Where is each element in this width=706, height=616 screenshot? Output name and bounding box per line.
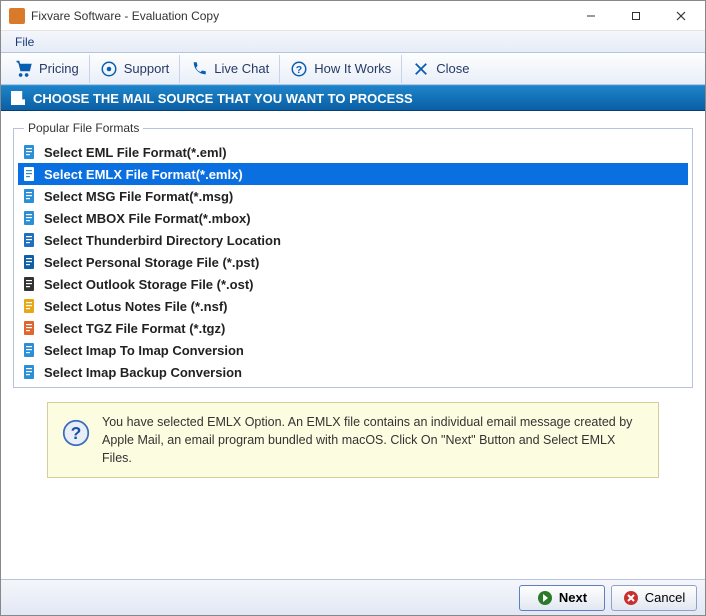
content-area: Popular File Formats Select EML File For… bbox=[1, 111, 705, 492]
svg-text:?: ? bbox=[296, 63, 302, 75]
support-label: Support bbox=[124, 61, 170, 76]
info-text: You have selected EMLX Option. An EMLX f… bbox=[102, 413, 644, 467]
format-file-icon bbox=[22, 188, 38, 204]
format-item[interactable]: Select Thunderbird Directory Location bbox=[18, 229, 688, 251]
format-item-label: Select EMLX File Format(*.emlx) bbox=[44, 167, 243, 182]
format-item-label: Select TGZ File Format (*.tgz) bbox=[44, 321, 225, 336]
cancel-button[interactable]: Cancel bbox=[611, 585, 697, 611]
format-item-label: Select Personal Storage File (*.pst) bbox=[44, 255, 259, 270]
formats-legend: Popular File Formats bbox=[24, 121, 143, 135]
app-icon bbox=[9, 8, 25, 24]
title-bar: Fixvare Software - Evaluation Copy bbox=[1, 1, 705, 31]
cancel-label: Cancel bbox=[645, 590, 685, 605]
livechat-button[interactable]: Live Chat bbox=[180, 55, 280, 83]
format-item[interactable]: Select EMLX File Format(*.emlx) bbox=[18, 163, 688, 185]
format-item[interactable]: Select Outlook Storage File (*.ost) bbox=[18, 273, 688, 295]
format-file-icon bbox=[22, 254, 38, 270]
format-file-icon bbox=[22, 364, 38, 380]
format-item[interactable]: Select Personal Storage File (*.pst) bbox=[18, 251, 688, 273]
window-title: Fixvare Software - Evaluation Copy bbox=[31, 9, 568, 23]
format-file-icon bbox=[22, 298, 38, 314]
format-file-icon bbox=[22, 166, 38, 182]
next-arrow-icon bbox=[537, 590, 553, 606]
format-item[interactable]: Select MBOX File Format(*.mbox) bbox=[18, 207, 688, 229]
format-file-icon bbox=[22, 144, 38, 160]
format-item[interactable]: Select MSG File Format(*.msg) bbox=[18, 185, 688, 207]
howitworks-button[interactable]: ? How It Works bbox=[280, 55, 402, 83]
close-window-button[interactable] bbox=[658, 1, 703, 30]
format-item-label: Select Imap To Imap Conversion bbox=[44, 343, 244, 358]
info-question-icon: ? bbox=[62, 419, 90, 447]
question-icon: ? bbox=[290, 60, 308, 78]
format-file-icon bbox=[22, 210, 38, 226]
cart-icon bbox=[15, 60, 33, 78]
format-item[interactable]: Select Imap Backup Conversion bbox=[18, 361, 688, 383]
format-file-icon bbox=[22, 232, 38, 248]
format-item-label: Select Outlook Storage File (*.ost) bbox=[44, 277, 253, 292]
close-toolbar-button[interactable]: Close bbox=[402, 55, 479, 83]
format-item[interactable]: Select EML File Format(*.eml) bbox=[18, 141, 688, 163]
pricing-button[interactable]: Pricing bbox=[5, 55, 90, 83]
maximize-button[interactable] bbox=[613, 1, 658, 30]
format-item-label: Select EML File Format(*.eml) bbox=[44, 145, 227, 160]
next-label: Next bbox=[559, 590, 587, 605]
formats-fieldset: Popular File Formats Select EML File For… bbox=[13, 121, 693, 388]
document-icon bbox=[11, 91, 25, 105]
support-icon bbox=[100, 60, 118, 78]
close-label: Close bbox=[436, 61, 469, 76]
minimize-button[interactable] bbox=[568, 1, 613, 30]
format-item-label: Select MSG File Format(*.msg) bbox=[44, 189, 233, 204]
svg-text:?: ? bbox=[71, 423, 82, 443]
format-item[interactable]: Select TGZ File Format (*.tgz) bbox=[18, 317, 688, 339]
phone-icon bbox=[190, 60, 208, 78]
format-item-label: Select Thunderbird Directory Location bbox=[44, 233, 281, 248]
footer-bar: Next Cancel bbox=[1, 579, 705, 615]
livechat-label: Live Chat bbox=[214, 61, 269, 76]
format-file-icon bbox=[22, 342, 38, 358]
howitworks-label: How It Works bbox=[314, 61, 391, 76]
toolbar: Pricing Support Live Chat ? How It Works… bbox=[1, 53, 705, 85]
section-header: CHOOSE THE MAIL SOURCE THAT YOU WANT TO … bbox=[1, 85, 705, 111]
format-item[interactable]: Select Imap To Imap Conversion bbox=[18, 339, 688, 361]
format-item[interactable]: Select Lotus Notes File (*.nsf) bbox=[18, 295, 688, 317]
menu-bar: File bbox=[1, 31, 705, 53]
menu-file[interactable]: File bbox=[7, 33, 42, 51]
pricing-label: Pricing bbox=[39, 61, 79, 76]
close-icon bbox=[412, 60, 430, 78]
format-item-label: Select Lotus Notes File (*.nsf) bbox=[44, 299, 227, 314]
format-item-label: Select MBOX File Format(*.mbox) bbox=[44, 211, 251, 226]
info-box: ? You have selected EMLX Option. An EMLX… bbox=[47, 402, 659, 478]
support-button[interactable]: Support bbox=[90, 55, 181, 83]
section-header-title: CHOOSE THE MAIL SOURCE THAT YOU WANT TO … bbox=[33, 91, 413, 106]
format-item-label: Select Imap Backup Conversion bbox=[44, 365, 242, 380]
formats-list: Select EML File Format(*.eml) Select EMLX… bbox=[18, 141, 688, 383]
format-file-icon bbox=[22, 320, 38, 336]
cancel-x-icon bbox=[623, 590, 639, 606]
next-button[interactable]: Next bbox=[519, 585, 605, 611]
format-file-icon bbox=[22, 276, 38, 292]
